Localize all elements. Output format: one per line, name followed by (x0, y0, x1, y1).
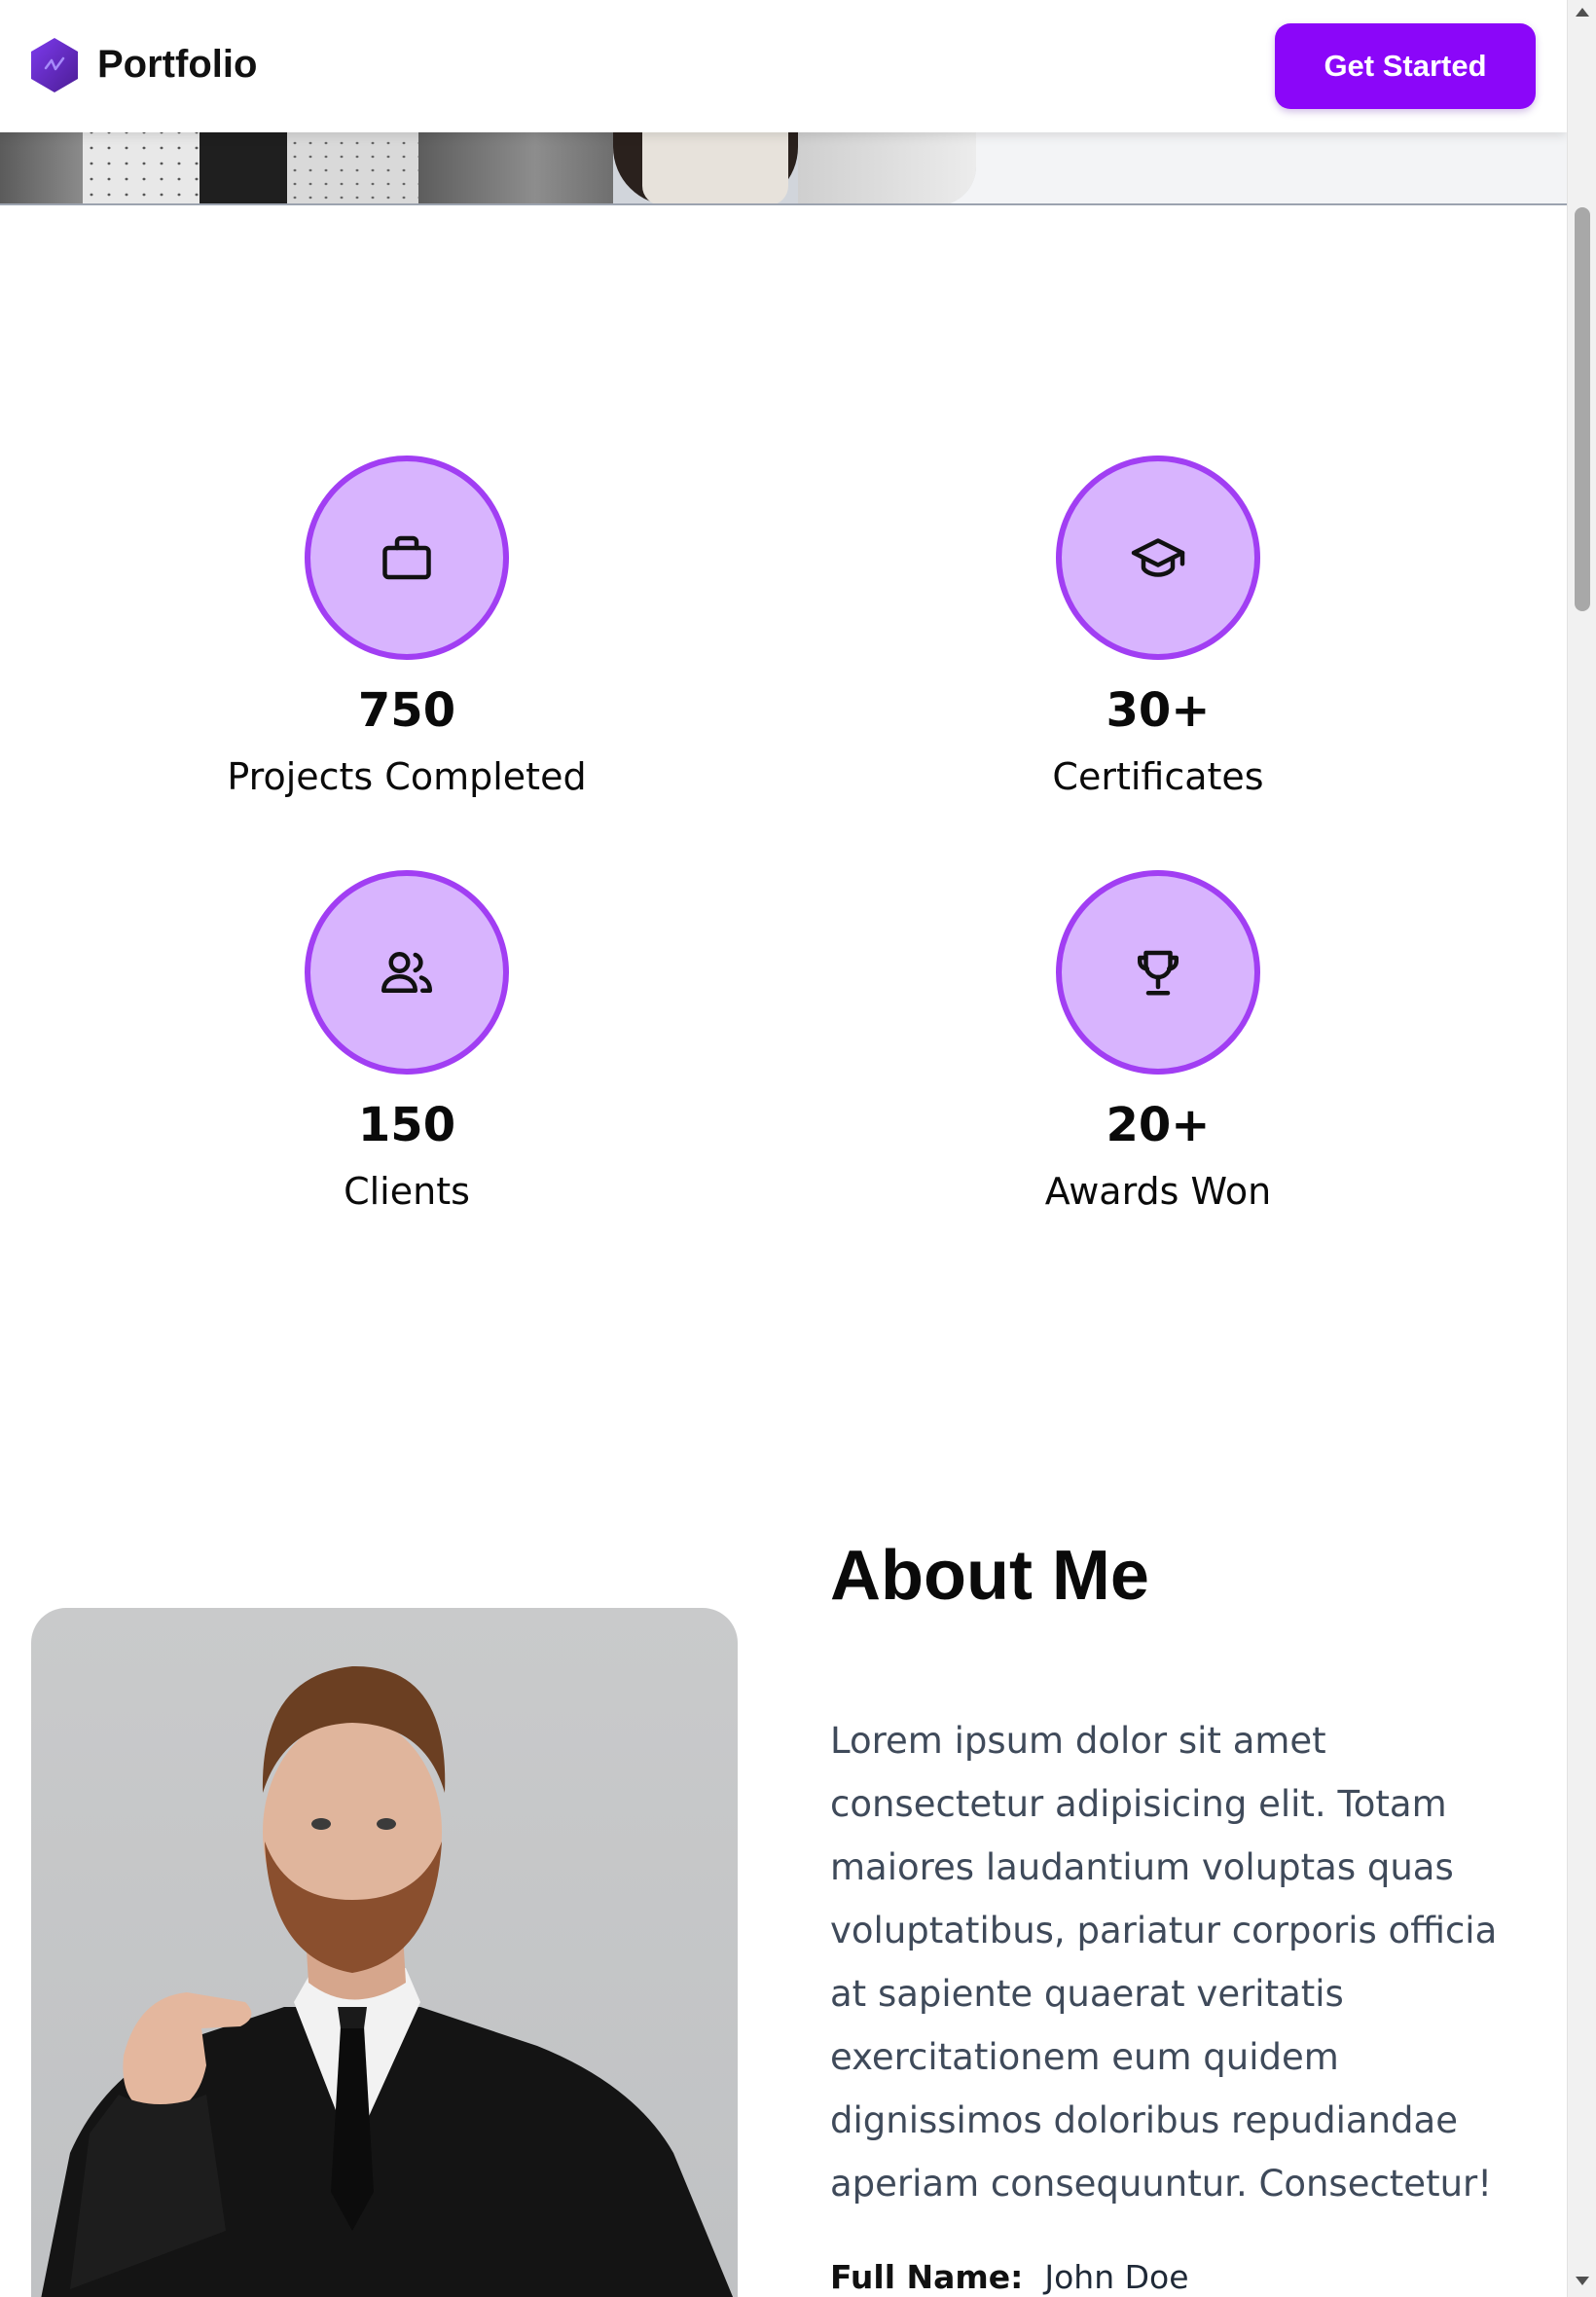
stat-icon-circle (305, 870, 509, 1075)
graduation-cap-icon (1131, 538, 1185, 577)
stat-icon-circle (1056, 456, 1260, 660)
about-title: About Me (830, 1537, 1149, 1615)
scroll-up-arrow-icon[interactable] (1576, 8, 1589, 17)
scrollbar-thumb[interactable] (1575, 207, 1590, 611)
about-paragraph: Lorem ipsum dolor sit amet consectetur a… (830, 1720, 1498, 2205)
scroll-down-arrow-icon[interactable] (1576, 2277, 1589, 2285)
trophy-icon (1138, 950, 1179, 996)
stat-label: Awards Won (1044, 1170, 1272, 1213)
stat-awards: 20+ Awards Won (905, 870, 1411, 1215)
info-value: John Doe (1044, 2258, 1189, 2296)
stat-clients: 150 Clients (154, 870, 660, 1215)
stat-icon-circle (305, 456, 509, 660)
info-key: Full Name: (830, 2258, 1024, 2296)
briefcase-icon (382, 535, 431, 580)
stat-label: Clients (344, 1170, 470, 1213)
brand-name[interactable]: Portfolio (97, 43, 257, 87)
users-icon (381, 952, 432, 993)
portrait-illustration (41, 1665, 734, 2297)
stat-value: 150 (357, 1098, 456, 1152)
stat-certificates: 30+ Certificates (905, 456, 1411, 800)
stat-projects: 750 Projects Completed (154, 456, 660, 800)
page: Portfolio Get Started 750 Projects Compl… (0, 0, 1567, 2297)
get-started-button[interactable]: Get Started (1275, 23, 1536, 109)
site-header: Portfolio Get Started (0, 0, 1567, 132)
stat-value: 30+ (1106, 683, 1211, 738)
hexagon-logo-icon[interactable] (29, 37, 80, 93)
stat-label: Certificates (1052, 755, 1264, 798)
stat-value: 20+ (1106, 1098, 1211, 1152)
about-portrait-image (31, 1608, 738, 2297)
vertical-scrollbar[interactable] (1567, 0, 1596, 2297)
stat-value: 750 (357, 683, 456, 738)
stat-icon-circle (1056, 870, 1260, 1075)
info-row-full-name: Full Name: John Doe (830, 2258, 1189, 2296)
stat-label: Projects Completed (227, 755, 587, 798)
